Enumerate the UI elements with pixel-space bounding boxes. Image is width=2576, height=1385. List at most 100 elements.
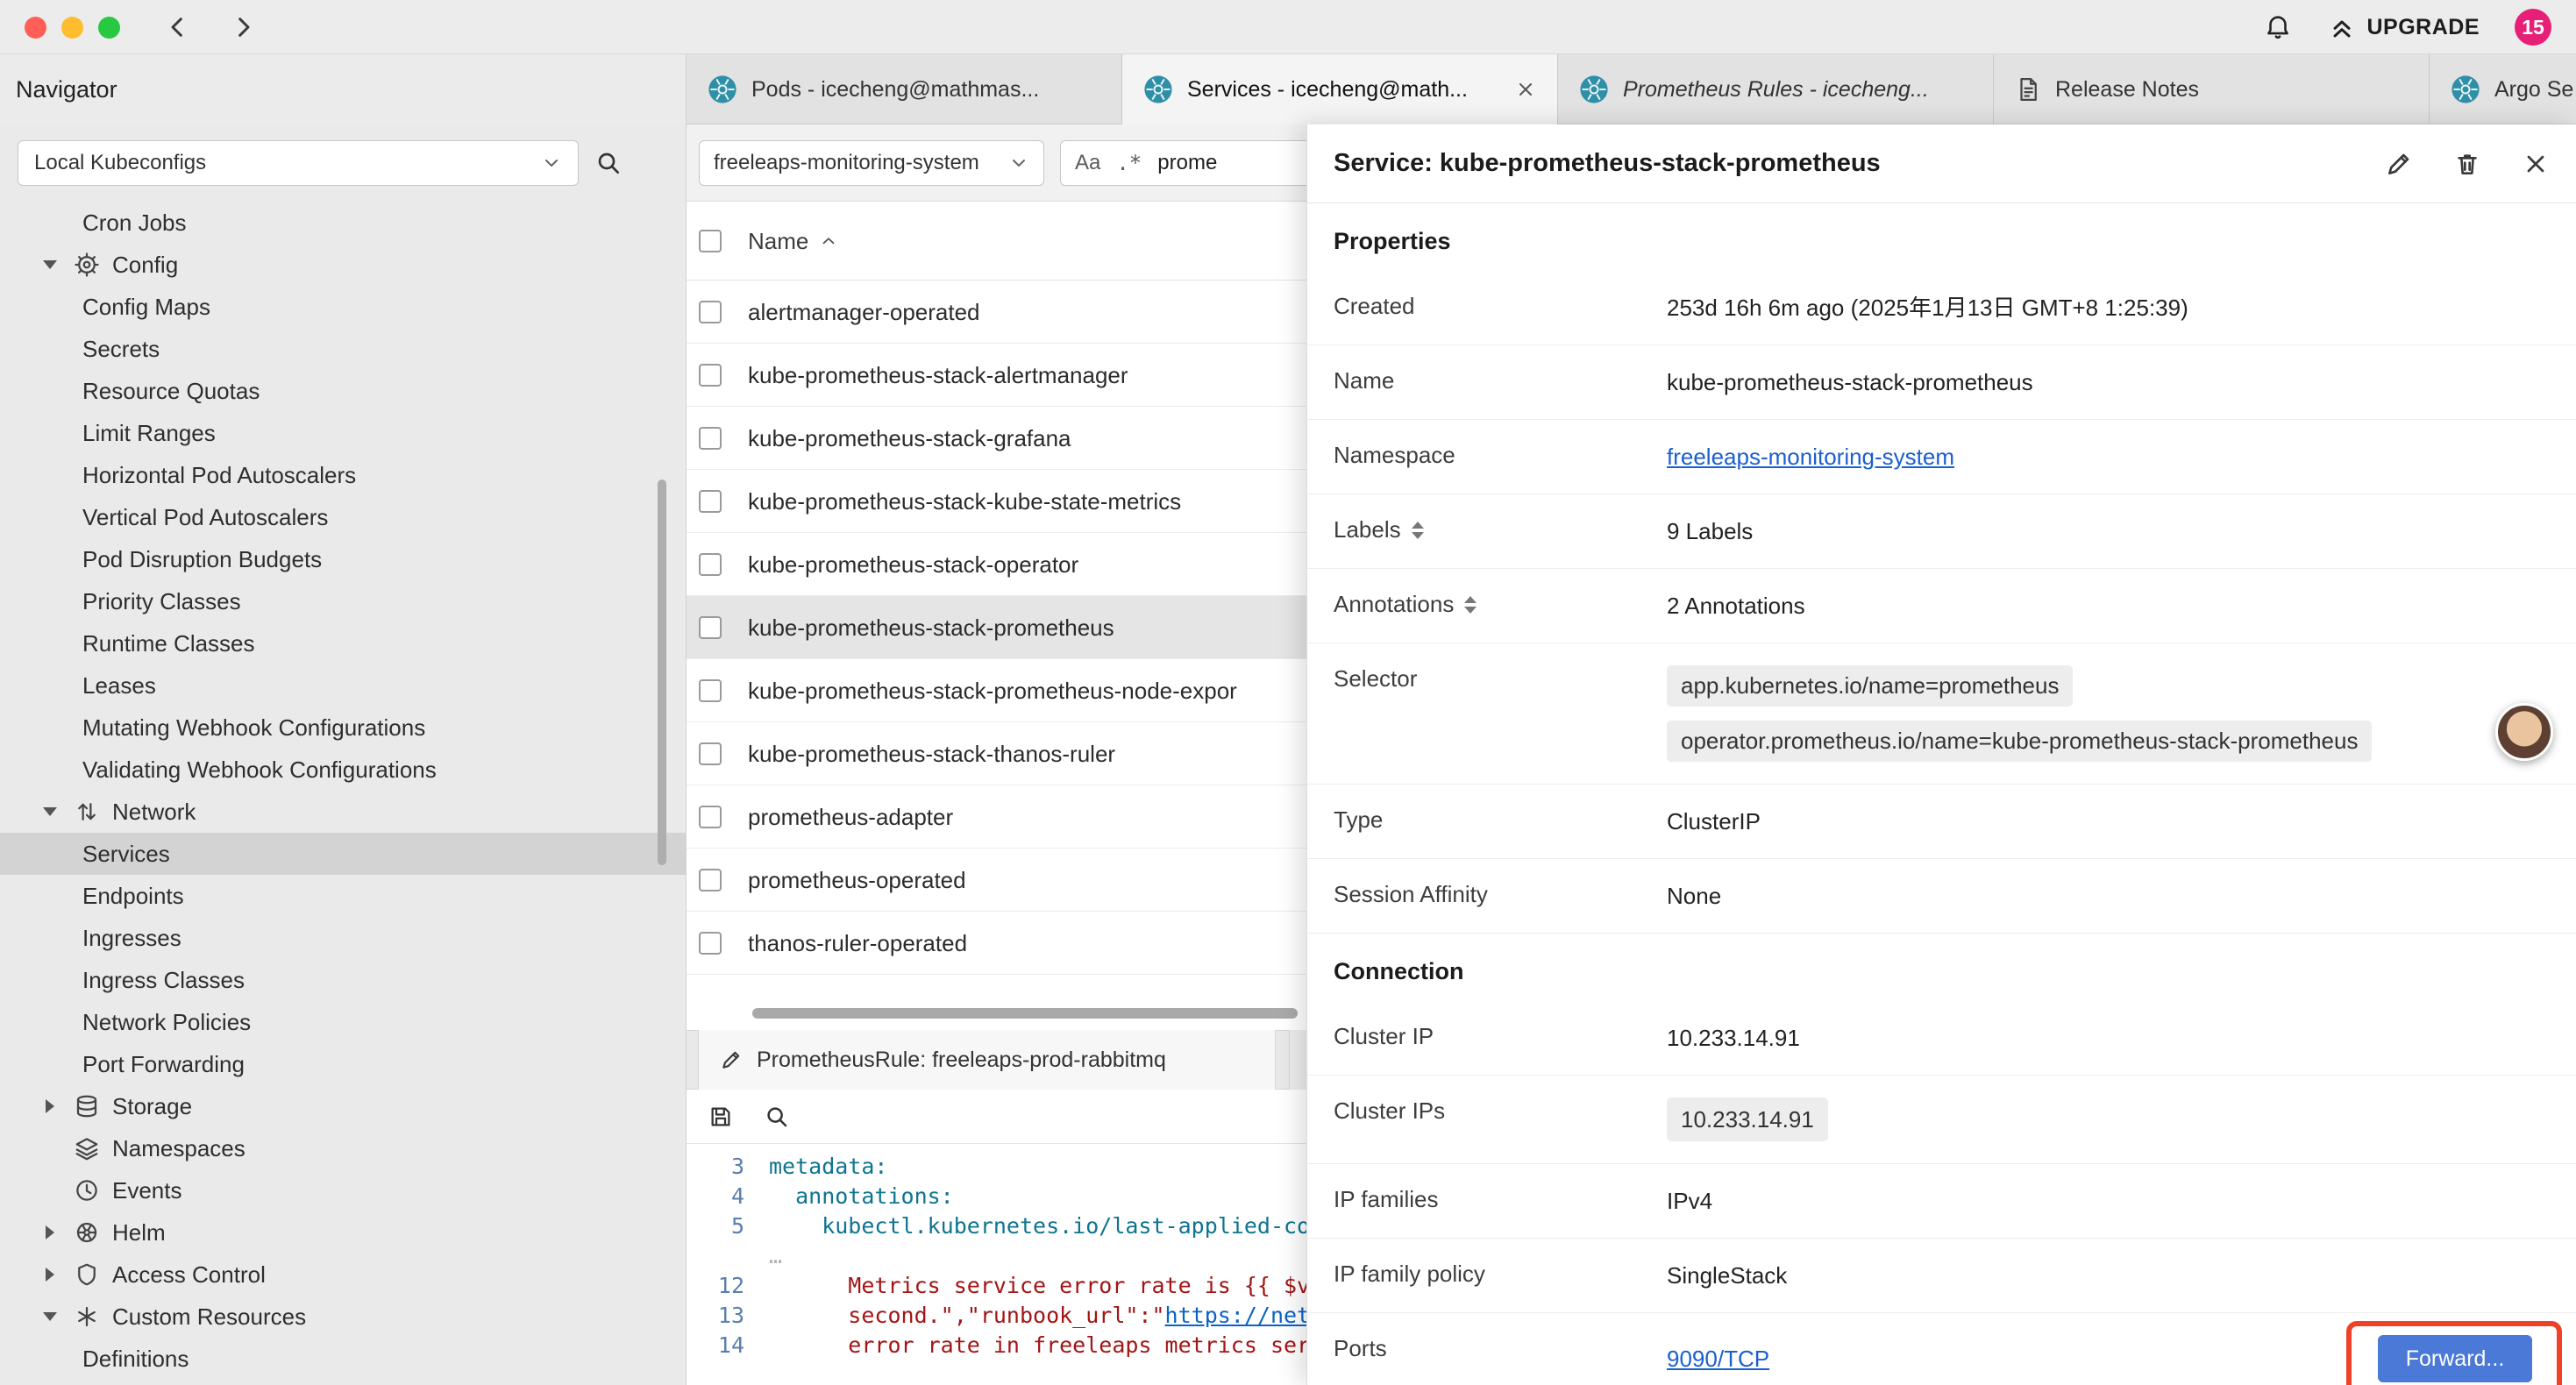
close-window-button[interactable] bbox=[25, 17, 46, 39]
tab-release-notes[interactable]: Release Notes bbox=[1994, 54, 2430, 124]
tab-label: Release Notes bbox=[2055, 77, 2408, 103]
sidebar-item-custom-resources[interactable]: Custom Resources bbox=[0, 1296, 686, 1338]
notification-count-badge[interactable]: 15 bbox=[2515, 9, 2551, 46]
chevron-right-icon bbox=[39, 1225, 61, 1239]
shield-icon bbox=[74, 1261, 100, 1288]
sidebar-item-access-control[interactable]: Access Control bbox=[0, 1254, 686, 1296]
minimize-window-button[interactable] bbox=[61, 17, 83, 39]
tab-services[interactable]: Services - icecheng@math... bbox=[1122, 54, 1558, 124]
save-icon[interactable] bbox=[708, 1104, 734, 1130]
sidebar-item-network-policies[interactable]: Network Policies bbox=[0, 1001, 686, 1043]
back-button[interactable] bbox=[164, 13, 192, 41]
expand-collapse-icon[interactable] bbox=[1412, 522, 1424, 539]
tab-prometheus-rules[interactable]: Prometheus Rules - icecheng... bbox=[1558, 54, 1994, 124]
row-checkbox[interactable] bbox=[699, 553, 722, 576]
sidebar-item-ingress-classes[interactable]: Ingress Classes bbox=[0, 959, 686, 1001]
detail-row-session-affinity: Session Affinity None bbox=[1307, 859, 2576, 934]
sidebar-item-helm[interactable]: Helm bbox=[0, 1211, 686, 1254]
url-token[interactable]: https://net bbox=[1165, 1303, 1311, 1328]
sidebar-item-validating-webhook-configurations[interactable]: Validating Webhook Configurations bbox=[0, 749, 686, 791]
row-checkbox[interactable] bbox=[699, 301, 722, 323]
row-checkbox[interactable] bbox=[699, 427, 722, 450]
sidebar-scrollbar[interactable] bbox=[658, 479, 666, 865]
sidebar-item-pod-disruption-budgets[interactable]: Pod Disruption Budgets bbox=[0, 538, 686, 580]
dock-tab-prometheusrule[interactable]: PrometheusRule: freeleaps-prod-rabbitmq bbox=[698, 1030, 1276, 1090]
detail-row-cluster-ips: Cluster IPs 10.233.14.91 bbox=[1307, 1076, 2576, 1164]
editor-search-icon[interactable] bbox=[764, 1104, 790, 1130]
sidebar-item-limit-ranges[interactable]: Limit Ranges bbox=[0, 412, 686, 454]
sidebar-item-ingresses[interactable]: Ingresses bbox=[0, 917, 686, 959]
close-drawer-icon[interactable] bbox=[2522, 150, 2550, 178]
pencil-icon bbox=[720, 1048, 743, 1071]
tab-label: Prometheus Rules - icecheng... bbox=[1623, 77, 1972, 103]
namespace-link[interactable]: freeleaps-monitoring-system bbox=[1667, 444, 1954, 470]
detail-row-ip-family-policy: IP family policy SingleStack bbox=[1307, 1239, 2576, 1313]
select-all-checkbox[interactable] bbox=[699, 230, 722, 252]
row-checkbox[interactable] bbox=[699, 869, 722, 891]
sidebar-item-vertical-pod-autoscalers[interactable]: Vertical Pod Autoscalers bbox=[0, 496, 686, 538]
horizontal-scrollbar[interactable] bbox=[752, 1008, 1298, 1019]
sidebar-item-network[interactable]: Network bbox=[0, 791, 686, 833]
detail-row-annotations: Annotations 2 Annotations bbox=[1307, 569, 2576, 643]
sidebar-item-port-forwarding[interactable]: Port Forwarding bbox=[0, 1043, 686, 1085]
match-case-toggle[interactable]: Aa bbox=[1075, 151, 1100, 175]
sidebar-search-icon[interactable] bbox=[594, 149, 623, 177]
namespace-filter-select[interactable]: freeleaps-monitoring-system bbox=[699, 140, 1044, 186]
connection-section-heading: Connection bbox=[1307, 934, 2576, 1001]
detail-row-namespace: Namespace freeleaps-monitoring-system bbox=[1307, 420, 2576, 494]
sidebar-item-namespaces[interactable]: Namespaces bbox=[0, 1127, 686, 1169]
chevron-down-icon bbox=[1008, 153, 1029, 174]
cluster-ip-badge: 10.233.14.91 bbox=[1667, 1097, 1828, 1141]
sidebar-item-cron-jobs[interactable]: Cron Jobs bbox=[0, 202, 686, 244]
sidebar-item-config[interactable]: Config bbox=[0, 244, 686, 286]
tab-label: Argo Se bbox=[2494, 77, 2576, 103]
kubeconfig-selector[interactable]: Local Kubeconfigs bbox=[18, 140, 579, 186]
user-avatar[interactable] bbox=[2495, 703, 2553, 761]
forward-button[interactable] bbox=[229, 13, 257, 41]
sidebar-item-runtime-classes[interactable]: Runtime Classes bbox=[0, 622, 686, 664]
sidebar-item-horizontal-pod-autoscalers[interactable]: Horizontal Pod Autoscalers bbox=[0, 454, 686, 496]
tab-argo[interactable]: Argo Se bbox=[2430, 54, 2576, 124]
kubernetes-wheel-icon bbox=[2451, 75, 2480, 104]
port-link[interactable]: 9090/TCP bbox=[1667, 1346, 1769, 1373]
chevron-right-icon bbox=[39, 1268, 61, 1282]
tab-pods[interactable]: Pods - icecheng@mathmas... bbox=[687, 54, 1122, 124]
helm-wheel-icon bbox=[74, 1219, 100, 1246]
sidebar-item-definitions[interactable]: Definitions bbox=[0, 1338, 686, 1380]
detail-row-selector: Selector app.kubernetes.io/name=promethe… bbox=[1307, 643, 2576, 785]
row-checkbox[interactable] bbox=[699, 364, 722, 387]
zoom-window-button[interactable] bbox=[98, 17, 120, 39]
forward-button[interactable]: Forward... bbox=[2378, 1335, 2532, 1382]
regex-toggle[interactable]: .* bbox=[1116, 151, 1142, 175]
sidebar-item-services[interactable]: Services bbox=[0, 833, 686, 875]
sidebar-item-resource-quotas[interactable]: Resource Quotas bbox=[0, 370, 686, 412]
close-tab-icon[interactable] bbox=[1515, 79, 1536, 100]
delete-icon[interactable] bbox=[2453, 150, 2481, 178]
selector-badge: app.kubernetes.io/name=prometheus bbox=[1667, 665, 2073, 707]
sidebar-item-storage[interactable]: Storage bbox=[0, 1085, 686, 1127]
expand-collapse-icon[interactable] bbox=[1464, 596, 1477, 614]
sidebar-item-events[interactable]: Events bbox=[0, 1169, 686, 1211]
detail-row-ip-families: IP families IPv4 bbox=[1307, 1164, 2576, 1239]
selector-badge: operator.prometheus.io/name=kube-prometh… bbox=[1667, 721, 2372, 762]
sidebar-item-config-maps[interactable]: Config Maps bbox=[0, 286, 686, 328]
sidebar-item-mutating-webhook-configurations[interactable]: Mutating Webhook Configurations bbox=[0, 707, 686, 749]
row-checkbox[interactable] bbox=[699, 932, 722, 955]
row-checkbox[interactable] bbox=[699, 742, 722, 765]
sidebar-item-priority-classes[interactable]: Priority Classes bbox=[0, 580, 686, 622]
row-checkbox[interactable] bbox=[699, 490, 722, 513]
row-checkbox[interactable] bbox=[699, 806, 722, 828]
notifications-bell-icon[interactable] bbox=[2263, 12, 2293, 42]
row-checkbox[interactable] bbox=[699, 679, 722, 702]
sidebar-item-endpoints[interactable]: Endpoints bbox=[0, 875, 686, 917]
upgrade-button[interactable]: UPGRADE bbox=[2328, 13, 2480, 41]
folded-region-marker[interactable]: … bbox=[769, 1243, 782, 1268]
sidebar-item-leases[interactable]: Leases bbox=[0, 664, 686, 707]
row-checkbox[interactable] bbox=[699, 616, 722, 639]
edit-icon[interactable] bbox=[2385, 150, 2413, 178]
window-controls bbox=[25, 17, 120, 39]
upgrade-label: UPGRADE bbox=[2366, 15, 2480, 40]
name-column-header[interactable]: Name bbox=[748, 228, 838, 255]
sidebar-item-secrets[interactable]: Secrets bbox=[0, 328, 686, 370]
navigator-tree: Cron Jobs Config Config Maps Secrets Res… bbox=[0, 202, 686, 1380]
